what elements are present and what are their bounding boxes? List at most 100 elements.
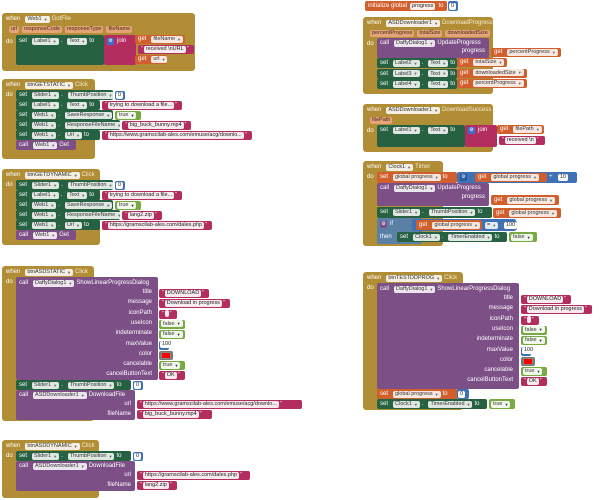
text-value[interactable]: lang2.zip (142, 481, 169, 489)
component-dropdown[interactable]: Label1 ▼ (32, 191, 59, 199)
text-value[interactable]: Download in progress (164, 299, 222, 307)
set-statement[interactable]: set Label2 ▼. Text ▼ to (377, 58, 457, 68)
number-block[interactable]: 0 (133, 452, 143, 461)
variable-dropdown[interactable]: url ▼ (151, 55, 168, 63)
component-dropdown[interactable]: Label1 ▼ (393, 126, 420, 134)
bool-block[interactable]: true ▼ (521, 367, 547, 377)
component-dropdown[interactable]: Web1 ▼ (33, 141, 58, 149)
bool-block[interactable]: true ▼ (115, 201, 141, 210)
text-value[interactable]: https://gramscilab-ales.com/dales.php (107, 221, 205, 229)
text-block[interactable]: " Download in progress " (521, 305, 592, 315)
number-value[interactable]: 100 (160, 341, 174, 348)
component-dropdown[interactable]: Web1 ▼ (32, 221, 57, 229)
get-global-progress[interactable]: get global progress ▼ (493, 208, 561, 218)
text-url[interactable]: " https://gramscilab-ales.com/dales.php " (137, 471, 250, 480)
get-global-progress[interactable]: get global progress ▼ (491, 195, 559, 205)
component-dropdown[interactable]: Label4 ▼ (393, 80, 420, 88)
get-filename[interactable]: get fileName ▼ (135, 35, 185, 44)
number-block[interactable]: 100 (159, 340, 174, 350)
number-value[interactable]: 10 (558, 173, 569, 181)
bool-block[interactable]: true ▼ (489, 399, 515, 409)
property-dropdown[interactable]: TimerEnabled ▼ (428, 400, 473, 408)
text-block[interactable]: " https://gramscilab-ales.com/dales.php " (102, 221, 212, 230)
component-dropdown[interactable]: ASDDownloader1 ▼ (33, 391, 87, 399)
property-dropdown[interactable]: ThumbPosition ▼ (428, 208, 476, 216)
set-statement[interactable]: setWeb1▼.ResponseFileName▼to (16, 120, 130, 130)
set-clock1-timerenabled[interactable]: set Clock1 ▼ . TimerEnabled ▼ to (377, 399, 487, 409)
number-block[interactable]: 0 (133, 381, 143, 390)
text-value[interactable]: received \n (504, 136, 536, 144)
text-block[interactable]: " lang2.zip " (122, 211, 162, 220)
bool-block[interactable]: false ▼ (509, 232, 537, 242)
text-block[interactable]: " big_buck_bunny.mp4 " (122, 121, 192, 130)
text-value[interactable]: https://gramscilab-ales.com/dales.php (142, 471, 240, 479)
text-block[interactable]: " DOWNLOAD " (521, 295, 571, 304)
text-value[interactable] (164, 310, 169, 318)
bool-block[interactable]: false ▼ (159, 319, 185, 329)
component-dropdown[interactable]: btnASDSTATIC ▼ (25, 268, 74, 276)
set-statement[interactable]: set Label3 ▼. Text ▼ to (377, 68, 457, 79)
text-url[interactable]: " https://www.gramscilab-ales.com/emuse/a… (137, 400, 302, 409)
component-dropdown[interactable]: Label3 ▼ (393, 70, 420, 77)
variable-dropdown[interactable]: global progress ▼ (393, 390, 441, 398)
component-dropdown[interactable]: Label2 ▼ (393, 59, 420, 67)
component-dropdown[interactable]: Slider1 ▼ (393, 208, 421, 216)
text-block[interactable]: " trying to download a file... " (102, 191, 182, 200)
call-asddownloader-downloadfile[interactable]: call ASDDownloader1 ▼ DownloadFile url fi… (16, 390, 135, 420)
text-block[interactable]: " " (521, 315, 539, 325)
variable-dropdown[interactable]: filePath ▼ (513, 125, 542, 133)
number-block[interactable]: 100 (503, 221, 518, 230)
get-global-progress[interactable]: get global progress ▼ (416, 220, 482, 230)
property-dropdown[interactable]: ThumbPosition ▼ (67, 181, 115, 189)
param-filepath[interactable]: filePath (370, 116, 393, 124)
text-received-url[interactable]: " received \nURL " (138, 45, 194, 54)
component-dropdown[interactable]: Web1 ▼ (32, 111, 57, 119)
component-dropdown[interactable]: ASDDownloader1 ▼ (33, 462, 87, 470)
set-label1-text[interactable]: set Label1 ▼ . Text ▼ to (16, 35, 104, 65)
param-downloadedsize[interactable]: downloadedSize (445, 29, 490, 37)
set-statement[interactable]: set Web1 ▼. Url ▼ to (16, 220, 100, 230)
text-value[interactable]: https://www.gramscilab-ales.com/emuse/ac… (107, 131, 244, 139)
component-dropdown[interactable]: btnASDDYNAMIC ▼ (25, 442, 80, 450)
number-value[interactable]: 0 (116, 181, 124, 189)
gear-icon[interactable]: ⚙ (107, 37, 114, 45)
variable-dropdown[interactable]: global progress ▼ (507, 196, 555, 204)
number-block[interactable]: 0 (457, 389, 469, 399)
set-clock1-timerenabled[interactable]: set Clock1 ▼ . TimerEnabled ▼ to (397, 232, 507, 242)
get-filepath[interactable]: get filePath ▼ (497, 125, 544, 134)
property-dropdown[interactable]: Text ▼ (428, 59, 449, 67)
number-value[interactable]: 100 (522, 347, 536, 354)
bool-dropdown[interactable]: true ▼ (117, 111, 137, 119)
param-totalsize[interactable]: totalSize (417, 29, 443, 37)
get-variable[interactable]: get totalSize ▼ (457, 58, 508, 67)
property-dropdown[interactable]: SaveResponse ▼ (64, 201, 113, 209)
param-responsecode[interactable]: responseCode (22, 25, 62, 33)
set-statement[interactable]: setWeb1▼.SaveResponse▼to (16, 200, 119, 210)
variable-name[interactable]: progress (410, 2, 436, 10)
variable-dropdown[interactable]: totalSize ▼ (473, 58, 505, 66)
property-dropdown[interactable]: Text ▼ (428, 126, 449, 134)
call-web1-get[interactable]: call Web1 ▼ Get (16, 230, 76, 240)
event-web1-gotfile[interactable]: when Web1 ▼ GotFile url responseCode resp… (2, 13, 195, 71)
component-dropdown[interactable]: Web1 ▼ (32, 131, 57, 139)
variable-dropdown[interactable]: percentProgress ▼ (473, 79, 524, 87)
component-dropdown[interactable]: Web1 ▼ (32, 121, 57, 129)
bool-dropdown[interactable]: false ▼ (511, 233, 533, 241)
param-responsetype[interactable]: responseType (64, 25, 104, 33)
bool-dropdown[interactable]: true ▼ (161, 361, 181, 369)
set-statement[interactable]: setWeb1▼.ResponseFileName▼to (16, 210, 130, 220)
set-statement[interactable]: setWeb1▼.SaveResponse▼to (16, 110, 119, 120)
component-dropdown[interactable]: Label1 ▼ (32, 37, 59, 45)
component-dropdown[interactable]: DaffyDialog1 ▼ (33, 279, 75, 287)
text-value[interactable]: OK (526, 377, 539, 385)
property-dropdown[interactable]: ThumbPosition ▼ (67, 91, 115, 99)
text-filename[interactable]: " lang2.zip " (137, 481, 177, 490)
bool-block[interactable]: false ▼ (159, 330, 185, 340)
component-dropdown[interactable]: Slider1 ▼ (32, 452, 60, 460)
variable-dropdown[interactable]: global progress ▼ (432, 221, 480, 229)
number-value[interactable]: 0 (458, 390, 466, 398)
set-global-progress[interactable]: set global progress ▼ to (377, 389, 457, 399)
set-statement[interactable]: set Web1 ▼. Url ▼ to (16, 130, 100, 140)
number-value[interactable]: 100 (504, 221, 518, 229)
gear-icon[interactable]: ⚙ (468, 126, 475, 134)
